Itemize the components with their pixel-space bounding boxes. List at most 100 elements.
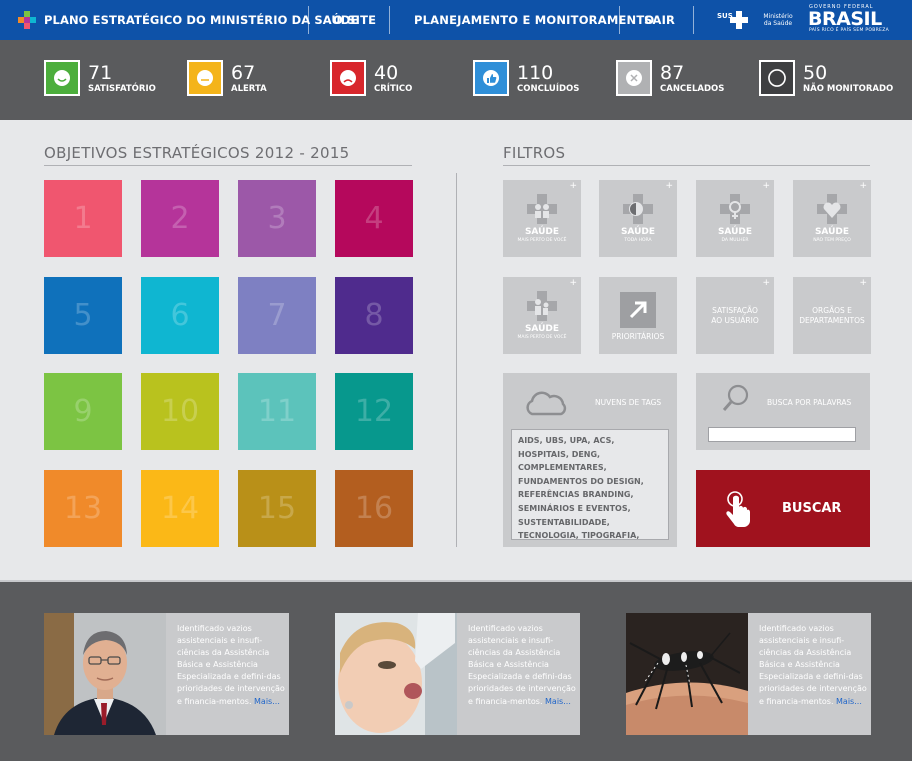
more-link[interactable]: Mais... (836, 697, 862, 706)
objective-number: 5 (73, 298, 93, 333)
objective-tile-16[interactable]: 16 (335, 470, 413, 547)
status-label: SATISFATÓRIO (88, 84, 156, 94)
objective-tile-10[interactable]: 10 (141, 373, 219, 450)
objective-number: 1 (73, 201, 93, 236)
objective-tile-2[interactable]: 2 (141, 180, 219, 257)
hand-pointer-icon (726, 491, 750, 527)
filter-subtitle: MAIS PERTO DE VOCÊ (517, 335, 567, 340)
status-count: 71 (88, 62, 113, 84)
mosquito-photo[interactable] (626, 613, 748, 735)
objective-tile-14[interactable]: 14 (141, 470, 219, 547)
filter-name: SAÚDE (620, 227, 656, 237)
objective-tile-4[interactable]: 4 (335, 180, 413, 257)
objective-tile-15[interactable]: 15 (238, 470, 316, 547)
objective-number: 7 (267, 298, 287, 333)
status-color-box (473, 60, 509, 96)
plus-icon: + (665, 181, 673, 191)
filter-subtitle: MAIS PERTO DE VOCÊ (517, 238, 567, 243)
filter-saude-nao-tem-preco[interactable]: + SAÚDE NÃO TEM PREÇO (793, 180, 871, 257)
news-card[interactable]: Identificado vazios assistenciais e insu… (335, 613, 580, 735)
objective-tile-1[interactable]: 1 (44, 180, 122, 257)
man-in-suit-photo[interactable] (44, 613, 166, 735)
magnifier-icon (722, 384, 749, 411)
status-label: NÃO MONITORADO (803, 84, 894, 94)
governo-tagline: PAÍS RICO É PAÍS SEM POBREZA (809, 28, 889, 33)
filter-name: SAÚDE (814, 227, 850, 237)
top-navigation-bar: PLANO ESTRATÉGICO DO MINISTÉRIO DA SAÚDE… (0, 0, 912, 40)
filters-title: FILTROS (503, 144, 566, 162)
buscar-button[interactable]: BUSCAR (696, 470, 870, 547)
filter-saude-mulher[interactable]: + SAÚDE DA MULHER (696, 180, 774, 257)
news-section: Identificado vazios assistenciais e insu… (0, 580, 912, 761)
cross-people-icon (527, 194, 557, 224)
filter-name: SAÚDE (524, 227, 560, 237)
objective-tile-13[interactable]: 13 (44, 470, 122, 547)
buscar-label: BUSCAR (782, 501, 842, 516)
objective-number: 13 (63, 491, 103, 526)
status-color-box (759, 60, 795, 96)
nav-separator (693, 6, 694, 34)
objective-number: 15 (257, 491, 297, 526)
objective-tile-7[interactable]: 7 (238, 277, 316, 354)
objective-tile-5[interactable]: 5 (44, 277, 122, 354)
more-link[interactable]: Mais... (254, 697, 280, 706)
news-card[interactable]: Identificado vazios assistenciais e insu… (44, 613, 289, 735)
thumbs-up-icon (483, 70, 499, 86)
status-color-box (187, 60, 223, 96)
neutral-face-icon (197, 70, 213, 86)
filter-orgaos-departamentos[interactable]: + ORGÃOS E DEPARTAMENTOS (793, 277, 871, 354)
filter-satisfacao-usuario[interactable]: + SATISFAÇÃO AO USUÁRIO (696, 277, 774, 354)
nav-separator (308, 6, 309, 34)
plus-icon: + (762, 181, 770, 191)
status-label: CANCELADOS (660, 84, 725, 94)
filter-saude-toda-hora[interactable]: + SAÚDE TODA HORA (599, 180, 677, 257)
filter-subtitle: NÃO TEM PREÇO (813, 238, 851, 243)
filter-saude-perto[interactable]: + SAÚDE MAIS PERTO DE VOCÊ (503, 180, 581, 257)
cross-family-icon (527, 291, 557, 321)
nav-link-o-site[interactable]: O SITE (333, 13, 376, 27)
smile-icon (54, 70, 70, 86)
objective-tile-8[interactable]: 8 (335, 277, 413, 354)
plus-icon: + (569, 181, 577, 191)
filter-label: SATISFAÇÃO AO USUÁRIO (711, 306, 759, 325)
sad-face-icon (340, 70, 356, 86)
word-search-input[interactable] (708, 427, 856, 442)
news-body: Identificado vazios assistenciais e insu… (759, 624, 867, 706)
news-card[interactable]: Identificado vazios assistenciais e insu… (626, 613, 871, 735)
nav-separator (619, 6, 620, 34)
status-count: 87 (660, 62, 685, 84)
news-text: Identificado vazios assistenciais e insu… (468, 623, 576, 708)
filter-label: PRIORITÁRIOS (611, 332, 665, 341)
objective-tile-6[interactable]: 6 (141, 277, 219, 354)
objective-tile-12[interactable]: 12 (335, 373, 413, 450)
objective-tile-3[interactable]: 3 (238, 180, 316, 257)
status-label: CONCLUÍDOS (517, 84, 580, 94)
objective-number: 12 (354, 394, 394, 429)
objective-number: 9 (73, 394, 93, 429)
status-label: CRÍTICO (374, 84, 413, 94)
filter-prioritarios[interactable]: PRIORITÁRIOS (599, 277, 677, 354)
plus-icon: + (859, 278, 867, 288)
plus-icon: + (569, 278, 577, 288)
tag-cloud-label: NUVENS DE TAGS (595, 398, 662, 407)
status-summary-bar: 71 SATISFATÓRIO 67 ALERTA 40 CRÍTICO 110… (0, 40, 912, 120)
site-title[interactable]: PLANO ESTRATÉGICO DO MINISTÉRIO DA SAÚDE (44, 13, 358, 27)
objective-tile-11[interactable]: 11 (238, 373, 316, 450)
objective-number: 3 (267, 201, 287, 236)
objective-number: 6 (170, 298, 190, 333)
colored-cross-logo-icon[interactable] (18, 11, 36, 29)
tag-cloud-list[interactable]: AIDS, UBS, UPA, ACS, HOSPITAIS, DENG, CO… (511, 429, 669, 540)
word-search-label: BUSCA POR PALAVRAS (767, 398, 852, 407)
objective-tile-9[interactable]: 9 (44, 373, 122, 450)
filter-saude-familia[interactable]: + SAÚDE MAIS PERTO DE VOCÊ (503, 277, 581, 354)
tag-cloud-panel: NUVENS DE TAGS AIDS, UBS, UPA, ACS, HOSP… (503, 373, 677, 547)
child-vaccine-photo[interactable] (335, 613, 457, 735)
column-divider (456, 173, 457, 547)
main-content: OBJETIVOS ESTRATÉGICOS 2012 - 2015 1 2 3… (0, 120, 912, 580)
filter-subtitle: TODA HORA (624, 238, 652, 243)
more-link[interactable]: Mais... (545, 697, 571, 706)
news-body: Identificado vazios assistenciais e insu… (177, 624, 285, 706)
nav-link-sair[interactable]: SAIR (644, 13, 675, 27)
filters-divider (503, 165, 870, 166)
empty-circle-icon (768, 69, 786, 87)
